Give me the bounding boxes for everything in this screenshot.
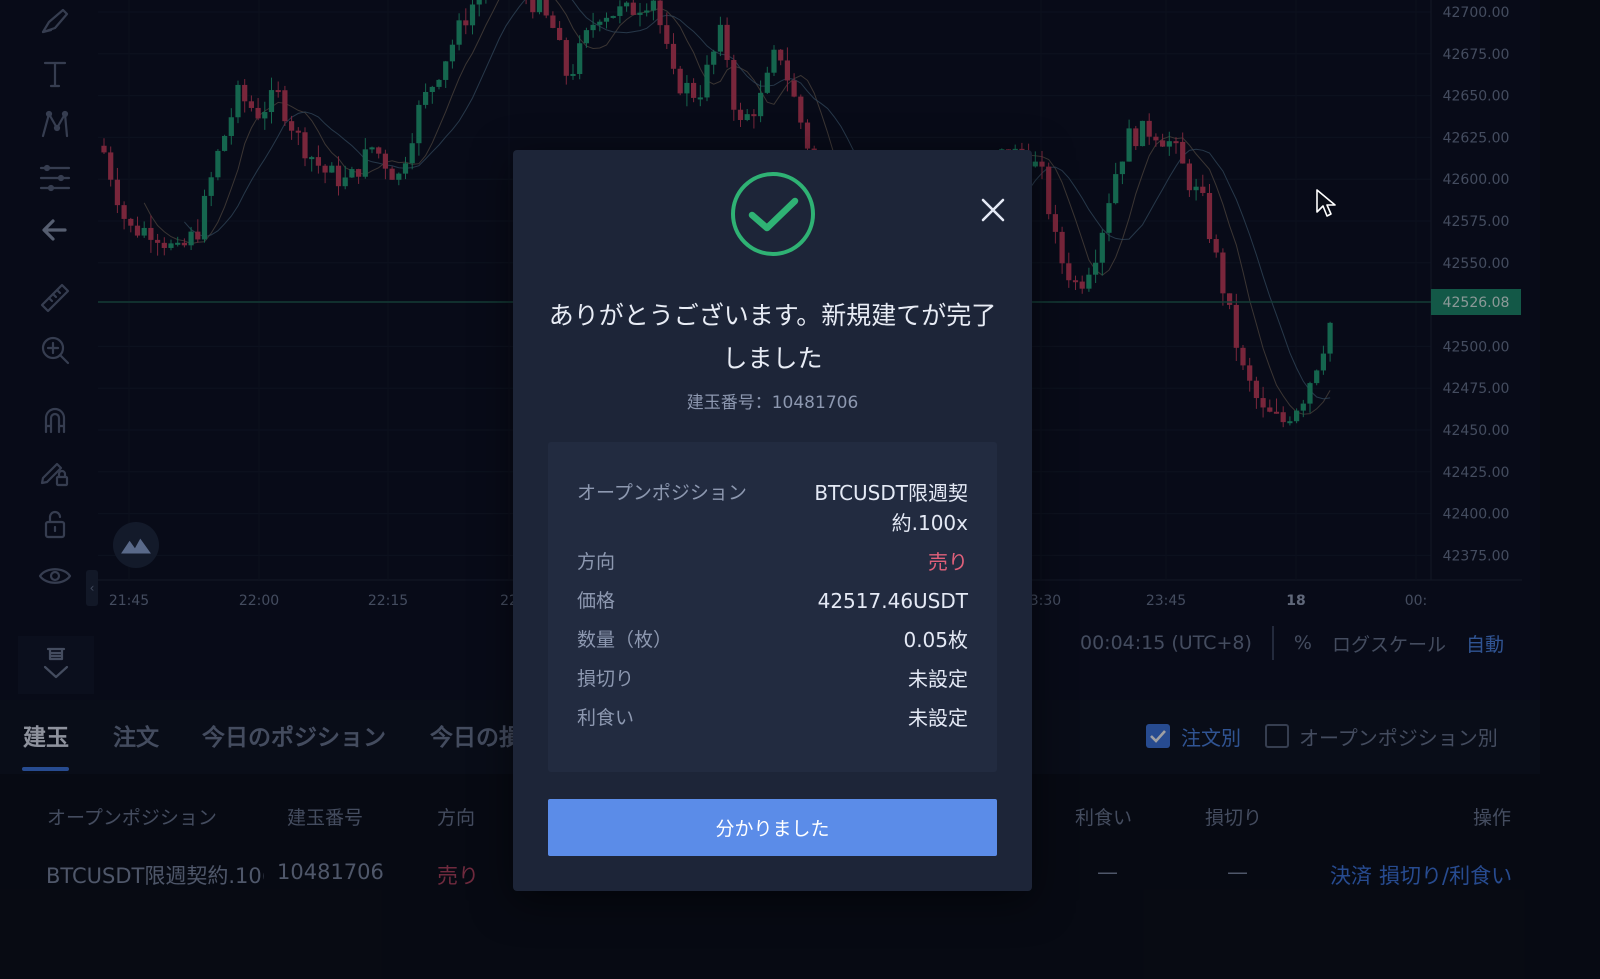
detail-value-direction: 売り [928,550,968,574]
mouse-cursor-icon [1316,189,1336,217]
order-success-dialog: ありがとうございます。新規建てが完了しました 建玉番号：10481706 オープ… [513,150,1032,891]
ok-button[interactable]: 分かりました [548,799,997,856]
detail-label-direction: 方向 [577,551,616,573]
trading-app: ‹ 42700.00 42675.00 42650.00 42625.00 42600.… [0,0,1600,979]
close-icon[interactable] [977,194,1009,226]
detail-value-open-position: BTCUSDT限週契約.100x [814,481,968,535]
detail-label-open-position: オープンポジション [577,482,747,504]
detail-value-quantity: 0.05枚 [903,628,968,652]
detail-label-take-profit: 利食い [577,707,635,729]
detail-label-price: 価格 [577,590,616,612]
detail-value-stop-loss: 未設定 [908,667,968,691]
order-details: オープンポジション BTCUSDT限週契約.100x 方向 売り 価格 4251… [548,442,997,772]
success-check-icon [731,172,815,256]
detail-value-price: 42517.46USDT [817,589,968,613]
detail-label-quantity: 数量（枚） [577,629,673,651]
detail-label-stop-loss: 損切り [577,668,635,690]
dialog-title: ありがとうございます。新規建てが完了しました [548,301,997,373]
dialog-position-number: 建玉番号：10481706 [686,393,859,413]
detail-value-take-profit: 未設定 [908,706,968,730]
